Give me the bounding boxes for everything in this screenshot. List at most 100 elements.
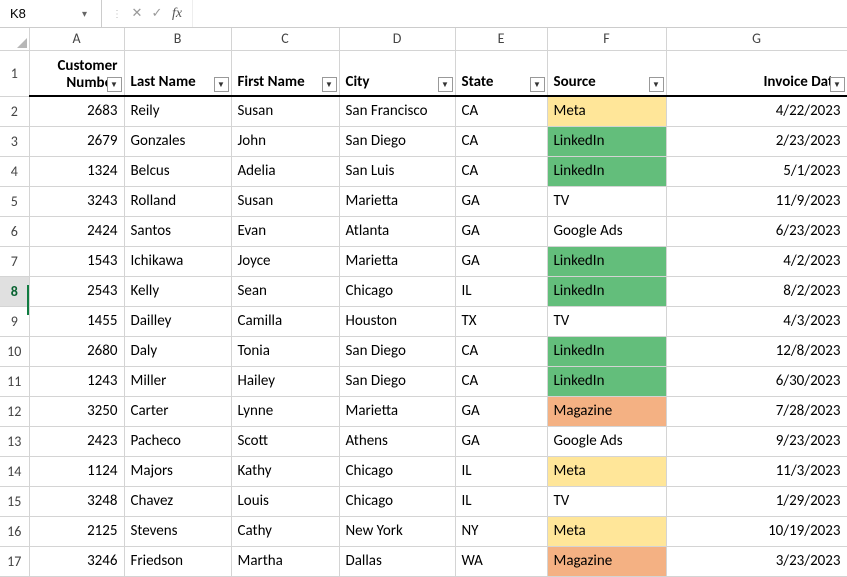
header-last-name[interactable]: Last Name ▼ xyxy=(124,50,231,96)
cell-state[interactable]: GA xyxy=(455,216,547,246)
col-head-F[interactable]: F xyxy=(547,28,666,50)
header-source[interactable]: Source ▼ xyxy=(547,50,666,96)
cell-city[interactable]: San Luis xyxy=(339,156,455,186)
cell-city[interactable]: Marietta xyxy=(339,246,455,276)
cell-city[interactable]: Houston xyxy=(339,306,455,336)
cell-first-name[interactable]: John xyxy=(231,126,339,156)
col-head-E[interactable]: E xyxy=(455,28,547,50)
cell-customer[interactable]: 3250 xyxy=(29,396,124,426)
cell-first-name[interactable]: Scott xyxy=(231,426,339,456)
name-box-input[interactable] xyxy=(8,5,78,22)
header-customer-number[interactable]: CustomerNumber ▼ xyxy=(29,50,124,96)
row-head-8[interactable]: 8 xyxy=(0,276,29,306)
cell-state[interactable]: GA xyxy=(455,246,547,276)
cell-state[interactable]: GA xyxy=(455,426,547,456)
cell-source[interactable]: Magazine xyxy=(547,396,666,426)
cell-source[interactable]: LinkedIn xyxy=(547,276,666,306)
cell-invoice[interactable]: 4/2/2023 xyxy=(666,246,847,276)
cell-invoice[interactable]: 8/2/2023 xyxy=(666,276,847,306)
cell-last-name[interactable]: Gonzales xyxy=(124,126,231,156)
cell-customer[interactable]: 2683 xyxy=(29,96,124,126)
cell-last-name[interactable]: Majors xyxy=(124,456,231,486)
cell-invoice[interactable]: 6/23/2023 xyxy=(666,216,847,246)
cell-state[interactable]: NY xyxy=(455,516,547,546)
cell-state[interactable]: IL xyxy=(455,456,547,486)
cell-city[interactable]: Chicago xyxy=(339,456,455,486)
cell-customer[interactable]: 3243 xyxy=(29,186,124,216)
col-head-G[interactable]: G xyxy=(666,28,847,50)
cell-source[interactable]: Google Ads xyxy=(547,216,666,246)
cell-invoice[interactable]: 7/28/2023 xyxy=(666,396,847,426)
cell-state[interactable]: CA xyxy=(455,336,547,366)
cell-first-name[interactable]: Camilla xyxy=(231,306,339,336)
cell-state[interactable]: WA xyxy=(455,546,547,576)
cell-customer[interactable]: 3246 xyxy=(29,546,124,576)
formula-input[interactable] xyxy=(193,0,847,27)
cell-state[interactable]: GA xyxy=(455,186,547,216)
col-head-D[interactable]: D xyxy=(339,28,455,50)
select-all-corner[interactable] xyxy=(0,28,29,50)
cell-last-name[interactable]: Rolland xyxy=(124,186,231,216)
cell-first-name[interactable]: Susan xyxy=(231,96,339,126)
cell-state[interactable]: CA xyxy=(455,156,547,186)
filter-icon[interactable]: ▼ xyxy=(830,77,845,92)
cell-state[interactable]: CA xyxy=(455,96,547,126)
cell-source[interactable]: LinkedIn xyxy=(547,156,666,186)
cell-source[interactable]: Google Ads xyxy=(547,426,666,456)
row-head-12[interactable]: 12 xyxy=(0,396,29,426)
cell-customer[interactable]: 2543 xyxy=(29,276,124,306)
cell-invoice[interactable]: 1/29/2023 xyxy=(666,486,847,516)
cell-state[interactable]: IL xyxy=(455,276,547,306)
cell-source[interactable]: Meta xyxy=(547,516,666,546)
cell-invoice[interactable]: 5/1/2023 xyxy=(666,156,847,186)
cell-customer[interactable]: 2125 xyxy=(29,516,124,546)
cell-city[interactable]: San Diego xyxy=(339,336,455,366)
accept-icon[interactable]: ✓ xyxy=(148,6,166,21)
cell-first-name[interactable]: Evan xyxy=(231,216,339,246)
row-head-9[interactable]: 9 xyxy=(0,306,29,336)
cell-source[interactable]: TV xyxy=(547,186,666,216)
col-head-A[interactable]: A xyxy=(29,28,124,50)
cell-state[interactable]: IL xyxy=(455,486,547,516)
cell-invoice[interactable]: 10/19/2023 xyxy=(666,516,847,546)
cell-city[interactable]: Chicago xyxy=(339,276,455,306)
col-head-C[interactable]: C xyxy=(231,28,339,50)
filter-icon[interactable]: ▼ xyxy=(530,77,545,92)
name-box[interactable]: ▾ xyxy=(0,0,102,27)
header-invoice-date[interactable]: Invoice Date ▼ xyxy=(666,50,847,96)
cell-invoice[interactable]: 2/23/2023 xyxy=(666,126,847,156)
cell-city[interactable]: San Diego xyxy=(339,366,455,396)
cell-first-name[interactable]: Martha xyxy=(231,546,339,576)
cell-last-name[interactable]: Santos xyxy=(124,216,231,246)
cell-last-name[interactable]: Miller xyxy=(124,366,231,396)
cell-city[interactable]: San Diego xyxy=(339,126,455,156)
cell-city[interactable]: Athens xyxy=(339,426,455,456)
row-head-14[interactable]: 14 xyxy=(0,456,29,486)
row-head-17[interactable]: 17 xyxy=(0,546,29,576)
cell-invoice[interactable]: 12/8/2023 xyxy=(666,336,847,366)
cell-invoice[interactable]: 11/3/2023 xyxy=(666,456,847,486)
cell-invoice[interactable]: 6/30/2023 xyxy=(666,366,847,396)
dots-icon[interactable]: ⋮ xyxy=(108,7,126,20)
cell-source[interactable]: Meta xyxy=(547,96,666,126)
row-head-11[interactable]: 11 xyxy=(0,366,29,396)
cell-customer[interactable]: 1243 xyxy=(29,366,124,396)
cell-first-name[interactable]: Sean xyxy=(231,276,339,306)
cell-source[interactable]: LinkedIn xyxy=(547,366,666,396)
cell-first-name[interactable]: Hailey xyxy=(231,366,339,396)
cell-first-name[interactable]: Adelia xyxy=(231,156,339,186)
cell-customer[interactable]: 2679 xyxy=(29,126,124,156)
row-head-6[interactable]: 6 xyxy=(0,216,29,246)
filter-icon[interactable]: ▼ xyxy=(649,77,664,92)
cell-first-name[interactable]: Joyce xyxy=(231,246,339,276)
cell-first-name[interactable]: Tonia xyxy=(231,336,339,366)
chevron-down-icon[interactable]: ▾ xyxy=(78,7,91,20)
row-head-2[interactable]: 2 xyxy=(0,96,29,126)
cell-invoice[interactable]: 11/9/2023 xyxy=(666,186,847,216)
cell-invoice[interactable]: 3/23/2023 xyxy=(666,546,847,576)
cell-city[interactable]: Chicago xyxy=(339,486,455,516)
cell-state[interactable]: TX xyxy=(455,306,547,336)
cell-customer[interactable]: 1324 xyxy=(29,156,124,186)
cell-last-name[interactable]: Friedson xyxy=(124,546,231,576)
row-head-15[interactable]: 15 xyxy=(0,486,29,516)
